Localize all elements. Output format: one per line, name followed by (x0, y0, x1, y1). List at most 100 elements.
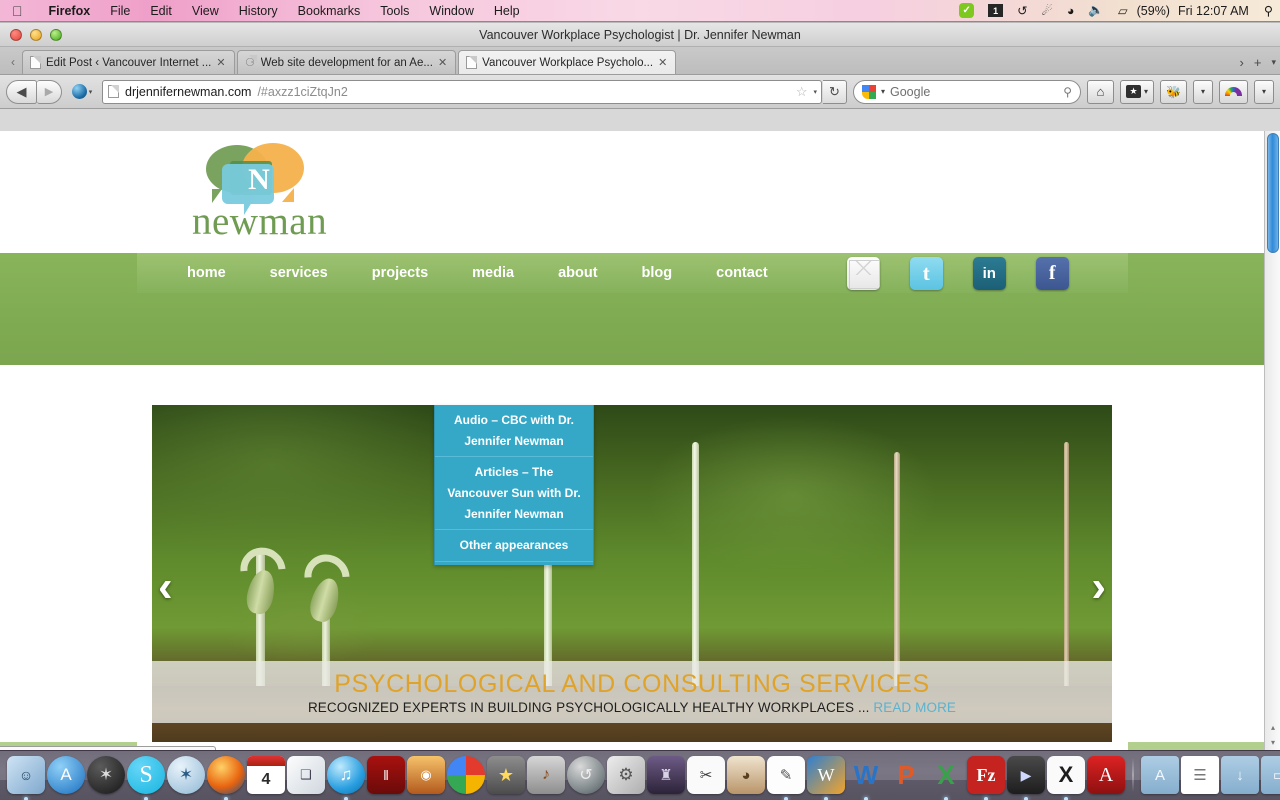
dropdown-item-articles-vancouver-sun[interactable]: Articles – The Vancouver Sun with Dr. Je… (435, 457, 593, 531)
skype-icon[interactable]: S (127, 756, 165, 800)
reload-button[interactable]: ↻ (822, 79, 847, 104)
tab-close-icon[interactable]: ✕ (216, 56, 225, 69)
tab-close-icon[interactable]: ✕ (658, 56, 667, 69)
finder-icon[interactable]: ☺ (7, 756, 45, 800)
downloads-stack-icon[interactable]: ↓ (1221, 756, 1259, 794)
forward-button[interactable]: ▶ (37, 79, 62, 104)
gimp-icon[interactable]: ◕ (727, 756, 765, 794)
addon-rainbow-button[interactable] (1219, 79, 1248, 104)
front-row-icon[interactable]: ‖ (367, 756, 405, 794)
new-tab-button[interactable]: + (1254, 55, 1262, 70)
menu-item-history[interactable]: History (229, 4, 288, 18)
url-bar[interactable]: drjennifernewman.com /#axzz1ciZtqJn2 ☆ ▾ (102, 79, 822, 104)
textedit-icon[interactable]: ✎ (767, 756, 805, 800)
apple-logo-icon[interactable]:  (12, 4, 23, 18)
scroll-up-arrow-icon[interactable]: ▴ (1271, 723, 1275, 732)
menu-bar-clock[interactable]: Fri 12:07 AM (1170, 4, 1257, 18)
excel-icon[interactable]: X (927, 756, 965, 800)
slider-next-arrow[interactable]: › (1091, 565, 1106, 609)
chevron-down-icon[interactable]: ▾ (813, 88, 817, 96)
nav-item-about[interactable]: about (536, 265, 619, 281)
documents-stack-icon[interactable]: ☰ (1181, 756, 1219, 794)
facebook-icon[interactable]: f (1035, 256, 1069, 290)
word-alt-icon[interactable]: W (807, 756, 845, 800)
x11-icon[interactable]: X (1047, 756, 1085, 800)
home-button[interactable]: ⌂ (1086, 79, 1114, 104)
time-machine-icon[interactable]: ↺ (567, 756, 605, 794)
dropdown-item-audio-cbc[interactable]: Audio – CBC with Dr. Jennifer Newman (435, 405, 593, 458)
itunes-icon[interactable]: ♫ (327, 756, 365, 800)
wifi-icon[interactable]: ◕ (1060, 4, 1082, 18)
browser-tab-vancouver-workplace[interactable]: Vancouver Workplace Psycholo... ✕ (458, 50, 677, 74)
scrollbar-buttons[interactable]: ▴ ▾ (1266, 720, 1280, 750)
photo-booth-icon[interactable]: ◉ (407, 756, 445, 794)
read-more-link[interactable]: READ MORE (873, 700, 956, 715)
email-icon[interactable] (846, 256, 880, 290)
bookmark-star-icon[interactable]: ☆ (796, 84, 808, 100)
tab-scroll-left-button[interactable]: ‹ (4, 55, 22, 74)
menu-item-window[interactable]: Window (419, 4, 483, 18)
back-button[interactable]: ◀ (6, 79, 37, 104)
browser-tab-web-site-development[interactable]: ⚆ Web site development for an Ae... ✕ (236, 50, 457, 74)
nav-item-projects[interactable]: projects (350, 265, 450, 281)
scrollbar-thumb[interactable] (1267, 133, 1279, 253)
search-icon[interactable]: ⚲ (1257, 3, 1280, 18)
snapshot-tool-icon[interactable]: ✂ (687, 756, 725, 794)
search-icon[interactable]: ⚲ (1063, 85, 1072, 99)
search-bar[interactable]: ▾ Google ⚲ (852, 79, 1081, 104)
nav-item-blog[interactable]: blog (620, 265, 695, 281)
nav-item-home[interactable]: home (137, 265, 248, 281)
page-vertical-scrollbar[interactable]: ▴ ▾ (1264, 131, 1280, 751)
linkedin-icon[interactable]: in (972, 256, 1006, 290)
tab-list-button[interactable]: ▾ (1271, 57, 1276, 68)
chevron-down-icon[interactable]: ▾ (881, 87, 885, 96)
google-icon[interactable] (861, 84, 876, 99)
knight-app-icon[interactable]: ♜ (647, 756, 685, 794)
video-player-icon[interactable]: ▶ (1007, 756, 1045, 800)
acrobat-reader-icon[interactable]: A (1087, 756, 1125, 794)
menu-item-firefox[interactable]: Firefox (39, 4, 101, 18)
picasa-icon[interactable] (447, 756, 485, 794)
nav-item-services[interactable]: services (248, 265, 350, 281)
menu-item-help[interactable]: Help (484, 4, 530, 18)
safari-icon[interactable]: ✶ (167, 756, 205, 794)
filezilla-icon[interactable]: Fz (967, 756, 1005, 800)
addon-rainbow-dropdown-button[interactable]: ▾ (1254, 79, 1274, 104)
search-input-text[interactable]: Google (890, 85, 930, 99)
scroll-down-arrow-icon[interactable]: ▾ (1271, 738, 1275, 747)
addon-bee-dropdown-button[interactable]: ▾ (1193, 79, 1213, 104)
menu-item-tools[interactable]: Tools (370, 4, 419, 18)
nav-item-media[interactable]: media (450, 265, 536, 281)
battery-icon[interactable]: ▱ (1111, 3, 1135, 18)
site-identity-icon[interactable]: ▾ (68, 80, 96, 104)
time-machine-icon[interactable]: ↺ (1010, 3, 1034, 18)
tab-scroll-right-button[interactable]: › (1240, 55, 1244, 70)
powerpoint-icon[interactable]: P (887, 756, 925, 794)
addon-bee-button[interactable]: 🐝 (1160, 79, 1187, 104)
slider-previous-arrow[interactable]: ‹ (158, 565, 173, 609)
bluetooth-icon[interactable]: ☄ (1035, 3, 1060, 18)
tab-close-icon[interactable]: ✕ (438, 56, 447, 69)
menu-item-file[interactable]: File (100, 4, 140, 18)
app-store-icon[interactable]: A (47, 756, 85, 794)
iphoto-icon[interactable]: ❑ (287, 756, 325, 794)
dropdown-item-other-appearances[interactable]: Other appearances (435, 530, 593, 562)
nav-item-contact[interactable]: contact (694, 265, 790, 281)
imovie-icon[interactable]: ★ (487, 756, 525, 794)
twitter-icon[interactable]: t (909, 256, 943, 290)
menu-item-view[interactable]: View (182, 4, 229, 18)
site-logo[interactable]: N newman (192, 139, 352, 244)
menu-item-edit[interactable]: Edit (140, 4, 182, 18)
skype-status-icon[interactable]: ✓ (952, 3, 981, 18)
word-icon[interactable]: W (847, 756, 885, 800)
calendar-icon[interactable]: 4 (247, 756, 285, 794)
notification-badge-icon[interactable]: 1 (981, 4, 1010, 17)
system-preferences-icon[interactable]: ⚙ (607, 756, 645, 794)
compass-icon[interactable]: ✶ (87, 756, 125, 794)
volume-icon[interactable]: 🔈 (1081, 3, 1111, 18)
garageband-icon[interactable]: ♪ (527, 756, 565, 794)
menu-item-bookmarks[interactable]: Bookmarks (288, 4, 371, 18)
firefox-icon[interactable] (207, 756, 245, 800)
applications-stack-icon[interactable]: A (1141, 756, 1179, 794)
browser-tab-edit-post[interactable]: Edit Post ‹ Vancouver Internet ... ✕ (22, 50, 235, 74)
